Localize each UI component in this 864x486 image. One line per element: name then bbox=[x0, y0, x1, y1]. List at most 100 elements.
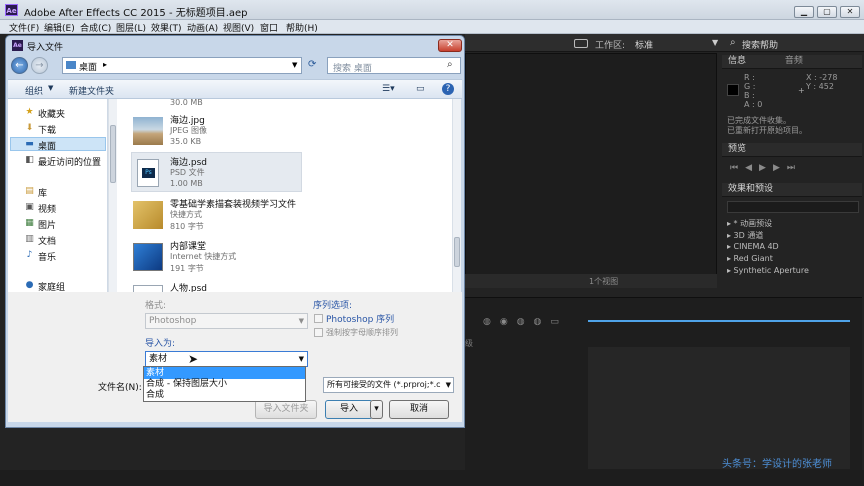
tab-audio[interactable]: 音频 bbox=[785, 56, 803, 66]
info-g: G : bbox=[744, 82, 756, 91]
library-icon: ▤ bbox=[25, 186, 34, 196]
chevron-down-icon[interactable]: ▼ bbox=[48, 84, 53, 92]
chevron-down-icon[interactable]: ▼ bbox=[299, 352, 304, 366]
effects-panel-header: 效果和预设 bbox=[722, 183, 862, 197]
folder-shortcut-icon bbox=[133, 201, 163, 229]
nav-scroll-thumb[interactable] bbox=[110, 125, 116, 183]
file-list[interactable]: 30.0 MB 海边.jpg JPEG 图像 35.0 KB Ps 海边.psd… bbox=[117, 98, 452, 297]
preview-title[interactable]: 预览 bbox=[728, 144, 746, 154]
nav-downloads[interactable]: 下载 bbox=[38, 123, 56, 136]
after-effects-logo-icon: Ae bbox=[5, 4, 18, 16]
search-help-input[interactable]: 搜索帮助 bbox=[742, 38, 778, 51]
nav-music[interactable]: 音乐 bbox=[38, 250, 56, 263]
file-item[interactable]: 海边.jpg JPEG 图像 35.0 KB bbox=[131, 113, 401, 153]
address-row: ← → 桌面 ▸ ▼ ⟳ 搜索 桌面 ⌕ bbox=[8, 55, 462, 77]
search-icon: ⌕ bbox=[447, 59, 453, 70]
view-options-icon[interactable]: ☰▾ bbox=[382, 84, 395, 94]
effects-item[interactable]: ▸ Red Giant bbox=[727, 254, 773, 263]
nav-desktop[interactable]: 桌面 bbox=[38, 139, 56, 152]
menu-animation[interactable]: 动画(A) bbox=[187, 21, 218, 34]
menu-view[interactable]: 视图(V) bbox=[223, 21, 254, 34]
menu-window[interactable]: 窗口 bbox=[260, 21, 278, 34]
star-icon: ★ bbox=[25, 107, 34, 117]
composition-viewer[interactable] bbox=[465, 53, 717, 287]
file-size: 30.0 MB bbox=[170, 98, 203, 107]
force-alpha-label: 强制按字母顺序排列 bbox=[326, 328, 398, 337]
maximize-button[interactable]: ▢ bbox=[817, 6, 837, 18]
nav-documents[interactable]: 文档 bbox=[38, 234, 56, 247]
menu-composition[interactable]: 合成(C) bbox=[80, 21, 111, 34]
menu-layer[interactable]: 图层(L) bbox=[116, 21, 146, 34]
file-type: 快捷方式 bbox=[170, 210, 202, 219]
import-options-dropdown-icon[interactable]: ▾ bbox=[370, 400, 383, 419]
minimize-button[interactable]: ▁ bbox=[794, 6, 814, 18]
menu-edit[interactable]: 编辑(E) bbox=[44, 21, 75, 34]
file-scroll-thumb[interactable] bbox=[454, 237, 460, 267]
refresh-icon[interactable]: ⟳ bbox=[308, 59, 316, 70]
effects-search-input[interactable] bbox=[727, 201, 859, 213]
file-size: 35.0 KB bbox=[170, 137, 202, 146]
nav-recent-places[interactable]: 最近访问的位置 bbox=[38, 155, 101, 168]
menu-help[interactable]: 帮助(H) bbox=[286, 21, 318, 34]
search-input[interactable]: 搜索 桌面 ⌕ bbox=[327, 57, 461, 74]
file-size: 810 字节 bbox=[170, 222, 204, 231]
effects-title[interactable]: 效果和预设 bbox=[728, 184, 773, 194]
crosshair-icon: + bbox=[798, 86, 805, 95]
effects-item[interactable]: ▸ * 动画预设 bbox=[727, 218, 772, 229]
forward-arrow-icon[interactable]: → bbox=[31, 57, 48, 74]
sequence-options-label: 序列选项: bbox=[313, 301, 353, 311]
file-type-filter[interactable]: 所有可接受的文件 (*.prproj;*.c ▼ bbox=[323, 377, 454, 393]
tab-info[interactable]: 信息 bbox=[728, 56, 746, 66]
app-title-bar: Ae Adobe After Effects CC 2015 - 无标题项目.a… bbox=[0, 0, 864, 20]
file-type-filter-value: 所有可接受的文件 (*.prproj;*.c bbox=[327, 380, 441, 389]
after-effects-logo-icon: Ae bbox=[12, 40, 23, 51]
dropdown-option-composition[interactable]: 合成 bbox=[144, 389, 305, 401]
timeline-switches[interactable]: ◍◉◍◍▭ bbox=[483, 317, 568, 327]
file-size: 1.00 MB bbox=[170, 179, 203, 188]
import-as-select[interactable]: 素材 ▼ bbox=[145, 351, 308, 367]
view-count-select[interactable]: 1个视图 bbox=[589, 276, 618, 287]
format-label: 格式: bbox=[145, 301, 167, 311]
nav-videos[interactable]: 视频 bbox=[38, 202, 56, 215]
file-scrollbar[interactable] bbox=[452, 99, 461, 292]
effects-item[interactable]: ▸ 3D 通道 bbox=[727, 230, 763, 241]
menu-file[interactable]: 文件(F) bbox=[9, 21, 39, 34]
nav-favorites[interactable]: 收藏夹 bbox=[38, 107, 65, 120]
cancel-button[interactable]: 取消 bbox=[389, 400, 449, 419]
camera-icon[interactable] bbox=[574, 39, 588, 48]
preview-pane-icon[interactable]: ▭ bbox=[416, 84, 425, 94]
nav-pictures[interactable]: 图片 bbox=[38, 218, 56, 231]
new-folder-button[interactable]: 新建文件夹 bbox=[69, 84, 114, 97]
work-area-bar[interactable] bbox=[588, 314, 850, 322]
menu-effect[interactable]: 效果(T) bbox=[151, 21, 182, 34]
file-type: PSD 文件 bbox=[170, 168, 205, 177]
breadcrumb-chevron-icon[interactable]: ▸ bbox=[103, 60, 107, 69]
nav-libraries[interactable]: 库 bbox=[38, 186, 47, 199]
chevron-down-icon[interactable]: ▼ bbox=[292, 61, 297, 69]
force-alpha-checkbox[interactable] bbox=[314, 328, 323, 337]
back-arrow-icon[interactable]: ← bbox=[11, 57, 28, 74]
dialog-title: 导入文件 bbox=[27, 43, 64, 53]
file-item[interactable]: 内部课堂 Internet 快捷方式 191 字节 bbox=[131, 239, 401, 279]
file-item[interactable]: 零基础学素描套装视频学习文件 快捷方式 810 字节 bbox=[131, 197, 401, 237]
import-button[interactable]: 导入 bbox=[325, 400, 373, 419]
organize-button[interactable]: 组织 bbox=[25, 84, 43, 97]
address-bar[interactable]: 桌面 ▸ ▼ bbox=[62, 57, 302, 74]
timeline-graph[interactable] bbox=[588, 347, 850, 469]
workspace-select[interactable]: 标准 bbox=[635, 38, 653, 51]
close-app-button[interactable]: ✕ bbox=[840, 6, 860, 18]
internet-shortcut-icon bbox=[133, 243, 163, 271]
effects-item[interactable]: ▸ Synthetic Aperture bbox=[727, 266, 809, 275]
format-select: Photoshop ▼ bbox=[145, 313, 308, 329]
nav-scrollbar[interactable] bbox=[108, 99, 117, 292]
chevron-down-icon[interactable]: ▼ bbox=[712, 38, 718, 47]
chevron-down-icon[interactable]: ▼ bbox=[445, 378, 451, 392]
close-dialog-button[interactable]: ✕ bbox=[438, 39, 462, 52]
playback-controls[interactable]: ⏮◀▶▶⏭ bbox=[730, 163, 802, 173]
file-item[interactable]: Ps 海边.psd PSD 文件 1.00 MB bbox=[131, 155, 401, 195]
photoshop-sequence-checkbox[interactable] bbox=[314, 314, 323, 323]
file-type: Internet 快捷方式 bbox=[170, 252, 237, 261]
effects-item[interactable]: ▸ CINEMA 4D bbox=[727, 242, 779, 251]
image-thumbnail bbox=[133, 117, 163, 145]
help-icon[interactable]: ? bbox=[442, 83, 454, 95]
